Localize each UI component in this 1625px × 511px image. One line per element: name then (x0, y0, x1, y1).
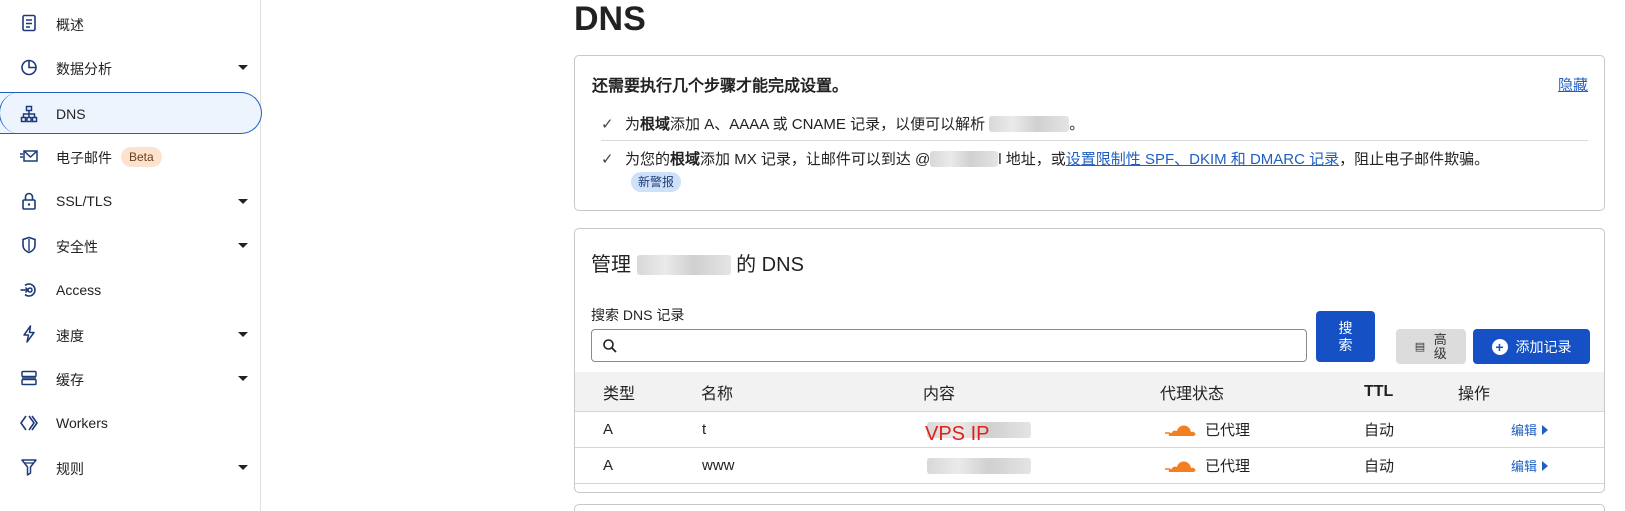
sidebar-item-overview[interactable]: 概述 (0, 2, 261, 44)
sidebar-item-label: 电子邮件 (56, 150, 112, 166)
access-icon (19, 280, 39, 300)
sidebar-item-access[interactable]: Access (0, 269, 261, 311)
cloud-icon (1163, 458, 1197, 474)
server-stack-icon (19, 368, 39, 388)
record-ttl: 自动 (1364, 422, 1395, 439)
network-tree-icon (19, 104, 39, 124)
sidebar-item-label: Workers (56, 415, 108, 431)
setup-step-mx-record: ✓ 为您的根域添加 MX 记录，让邮件可以到达 @ l 地址，或设置限制性 SPF、… (601, 151, 1490, 168)
chevron-down-icon[interactable] (238, 465, 248, 470)
lightning-icon (19, 324, 39, 344)
sidebar-item-dns[interactable]: DNS (0, 92, 262, 134)
redacted-domain (636, 255, 731, 275)
sidebar-item-label: 规则 (56, 461, 84, 477)
record-name: t (702, 421, 707, 438)
column-header-proxy-status[interactable]: 代理状态 (1160, 372, 1224, 411)
pie-chart-icon (19, 57, 39, 77)
search-dns-field[interactable] (591, 329, 1307, 362)
sidebar-item-label: 缓存 (56, 372, 84, 388)
search-icon (603, 339, 617, 353)
search-input[interactable] (626, 334, 1296, 358)
mail-icon (19, 146, 39, 166)
app-window: 概述 数据分析 DNS 电子邮件 Beta SSL/TLS 安全性 Access… (0, 0, 1625, 511)
table-header: 类型 名称 内容 代理状态 TTL 操作 (575, 372, 1604, 412)
checkmark-icon: ✓ (601, 116, 614, 133)
chevron-down-icon[interactable] (238, 243, 248, 248)
sidebar-item-workers[interactable]: Workers (0, 402, 261, 444)
divider (601, 140, 1588, 141)
chevron-down-icon[interactable] (238, 332, 248, 337)
setup-step-root-record: ✓ 为根域添加 A、AAAA 或 CNAME 记录，以便可以解析 。 (601, 116, 1085, 133)
chevron-down-icon[interactable] (238, 199, 248, 204)
column-header-actions: 操作 (1458, 385, 1491, 403)
sidebar: 概述 数据分析 DNS 电子邮件 Beta SSL/TLS 安全性 Access… (0, 0, 262, 511)
dns-card-title: 管理 的 DNS (591, 254, 804, 276)
sidebar-item-label: 安全性 (56, 239, 98, 255)
vps-ip-annotation: VPS IP (925, 423, 990, 445)
dns-records-card: 管理 的 DNS 搜索 DNS 记录 搜索 ▤ 高级 + 添加记录 类型 名称 … (574, 228, 1605, 493)
edit-button[interactable]: 编辑 (1511, 412, 1549, 447)
sidebar-item-email[interactable]: 电子邮件 Beta (0, 135, 261, 177)
redacted-domain (930, 151, 999, 167)
checkmark-icon: ✓ (601, 151, 614, 168)
setup-title: 还需要执行几个步骤才能完成设置。 (592, 78, 849, 95)
column-header-ttl[interactable]: TTL (1364, 372, 1393, 411)
column-header-type[interactable]: 类型 (603, 372, 635, 411)
chevron-down-icon[interactable] (238, 65, 248, 70)
shield-icon (19, 235, 39, 255)
record-ttl: 自动 (1364, 458, 1395, 475)
column-header-name[interactable]: 名称 (701, 372, 733, 411)
sidebar-item-label: 概述 (56, 17, 84, 33)
sidebar-item-analytics[interactable]: 数据分析 (0, 46, 261, 88)
lock-icon (19, 191, 39, 211)
proxy-status: 已代理 (1163, 412, 1250, 447)
sidebar-item-speed[interactable]: 速度 (0, 313, 261, 355)
hide-link[interactable]: 隐藏 (1558, 74, 1588, 95)
sidebar-item-ssl-tls[interactable]: SSL/TLS (0, 180, 261, 222)
new-alert-badge: 新警报 (631, 172, 682, 192)
cloud-icon (1163, 422, 1197, 438)
setup-steps-card: 还需要执行几个步骤才能完成设置。 隐藏 ✓ 为根域添加 A、AAAA 或 CNAM… (574, 55, 1605, 211)
add-record-button[interactable]: + 添加记录 (1473, 329, 1590, 364)
main-content: DNS 还需要执行几个步骤才能完成设置。 隐藏 ✓ 为根域添加 A、AAAA 或 … (572, 0, 1605, 511)
edit-button[interactable]: 编辑 (1511, 448, 1549, 483)
table-row[interactable]: A t 已代理 自动 编辑 (575, 412, 1604, 448)
column-header-content[interactable]: 内容 (923, 372, 955, 411)
sidebar-item-label: SSL/TLS (56, 193, 113, 209)
sidebar-item-security[interactable]: 安全性 (0, 224, 261, 266)
sidebar-item-cache[interactable]: 缓存 (0, 357, 261, 399)
beta-badge: Beta (121, 147, 162, 167)
sidebar-item-label: Access (56, 282, 102, 298)
rules-icon (19, 457, 39, 477)
record-name: www (702, 457, 735, 474)
document-icon (19, 13, 39, 33)
sidebar-item-label: 速度 (56, 328, 84, 344)
sidebar-item-label: 数据分析 (56, 61, 112, 77)
spf-dkim-dmarc-link[interactable]: 设置限制性 SPF、DKIM 和 DMARC 记录 (1066, 151, 1339, 168)
sidebar-item-rules[interactable]: 规则 (0, 446, 261, 488)
plus-circle-icon: + (1491, 338, 1508, 355)
redacted-domain (989, 116, 1070, 132)
chevron-down-icon[interactable] (238, 376, 248, 381)
search-button[interactable]: 搜索 (1316, 311, 1375, 362)
triangle-right-icon (1542, 424, 1549, 435)
document-icon: ▤ (1414, 341, 1426, 353)
page-title: DNS (574, 0, 646, 38)
workers-icon (19, 413, 39, 433)
advanced-button[interactable]: ▤ 高级 (1396, 329, 1466, 364)
sidebar-item-label: DNS (56, 106, 86, 122)
record-content (927, 448, 1031, 483)
next-card-edge (574, 504, 1605, 511)
search-label: 搜索 DNS 记录 (591, 307, 685, 323)
record-type: A (603, 457, 614, 474)
proxy-status: 已代理 (1163, 448, 1250, 483)
triangle-right-icon (1542, 460, 1549, 471)
record-type: A (603, 421, 614, 438)
redacted-ip (927, 457, 1031, 474)
table-row[interactable]: A www 已代理 自动 编辑 (575, 448, 1604, 484)
